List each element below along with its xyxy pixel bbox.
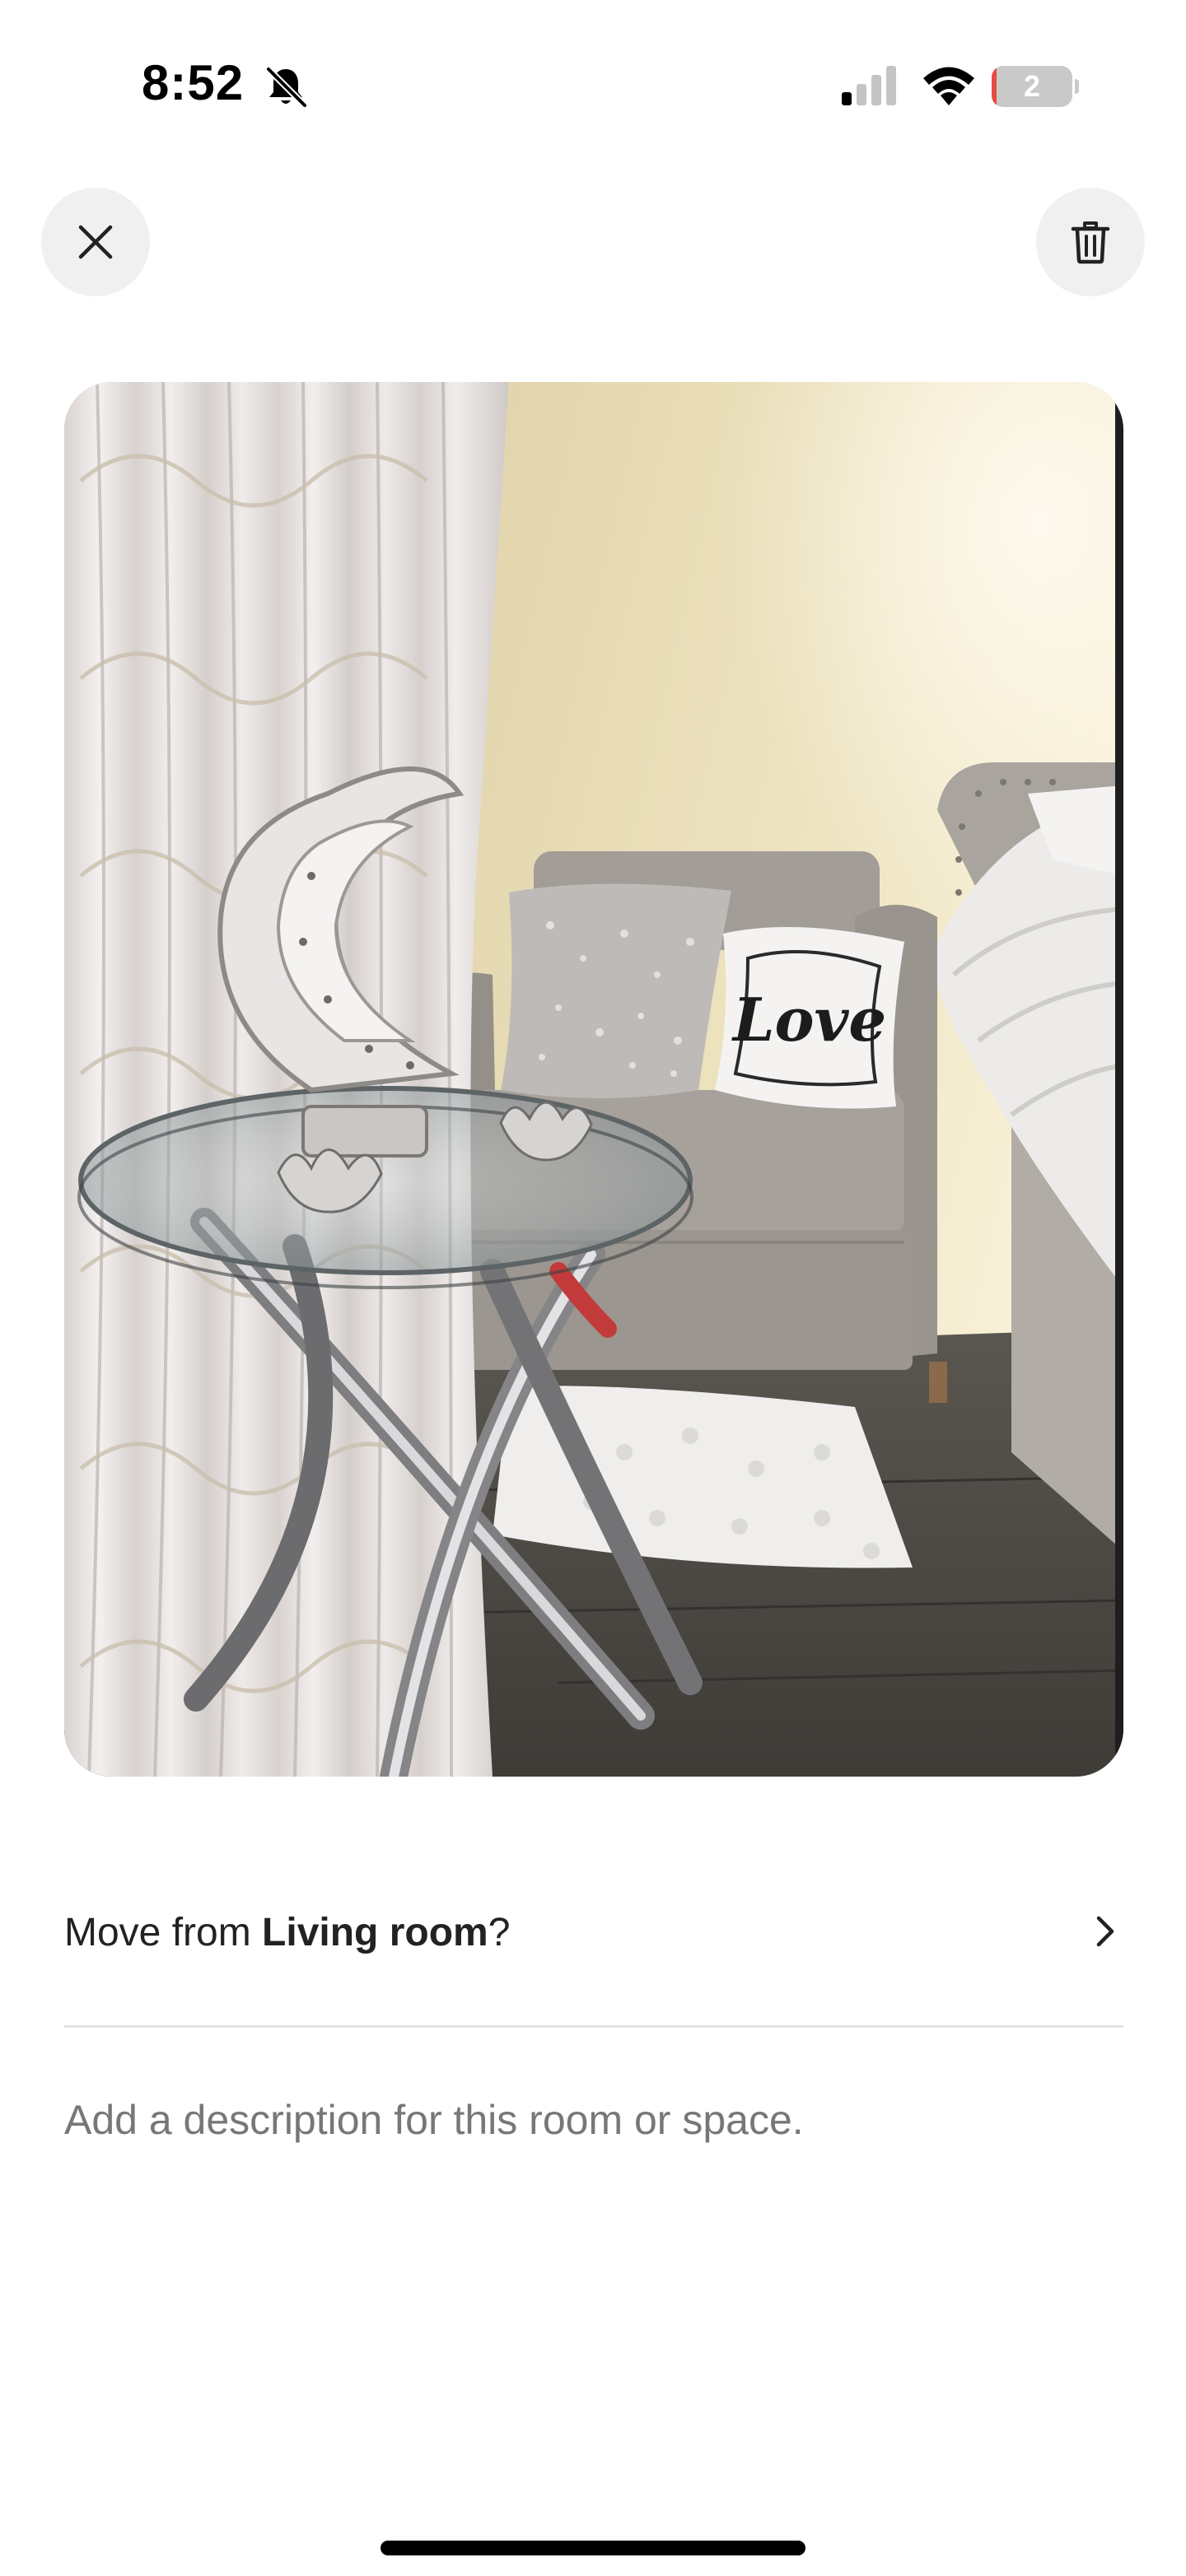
move-suffix: ? (488, 1910, 511, 1954)
pillow-text: Love (731, 985, 886, 1055)
bell-slash-icon (265, 66, 308, 109)
battery-cap (1075, 79, 1079, 94)
battery-level: 2 (1023, 69, 1041, 103)
room-photo[interactable]: Love (64, 382, 1123, 1777)
wifi-icon (923, 67, 974, 105)
battery-body: 2 (992, 66, 1072, 107)
close-icon (78, 225, 113, 259)
delete-button[interactable] (1036, 188, 1145, 296)
battery-icon: 2 (992, 66, 1079, 107)
move-room-row[interactable]: Move from Living room? (64, 1887, 1123, 1977)
room-photo-image: Love (64, 382, 1123, 1777)
close-button[interactable] (41, 188, 150, 296)
move-prefix: Move from (64, 1910, 263, 1954)
description-input[interactable] (64, 2075, 1123, 2165)
photo-detail-screen: 8:52 2 Love Move from Living room? Add a… (0, 0, 1186, 2576)
trash-icon (1071, 221, 1110, 264)
cellular-signal-icon (842, 66, 896, 105)
divider (64, 2025, 1123, 2028)
move-room-text: Move from Living room? (64, 1910, 510, 1955)
chevron-right-icon (1096, 1916, 1114, 1947)
current-room-name: Living room (262, 1910, 488, 1954)
status-time: 8:52 (142, 55, 245, 110)
home-indicator[interactable] (381, 2541, 805, 2555)
status-bar: 8:52 2 (0, 0, 1186, 173)
